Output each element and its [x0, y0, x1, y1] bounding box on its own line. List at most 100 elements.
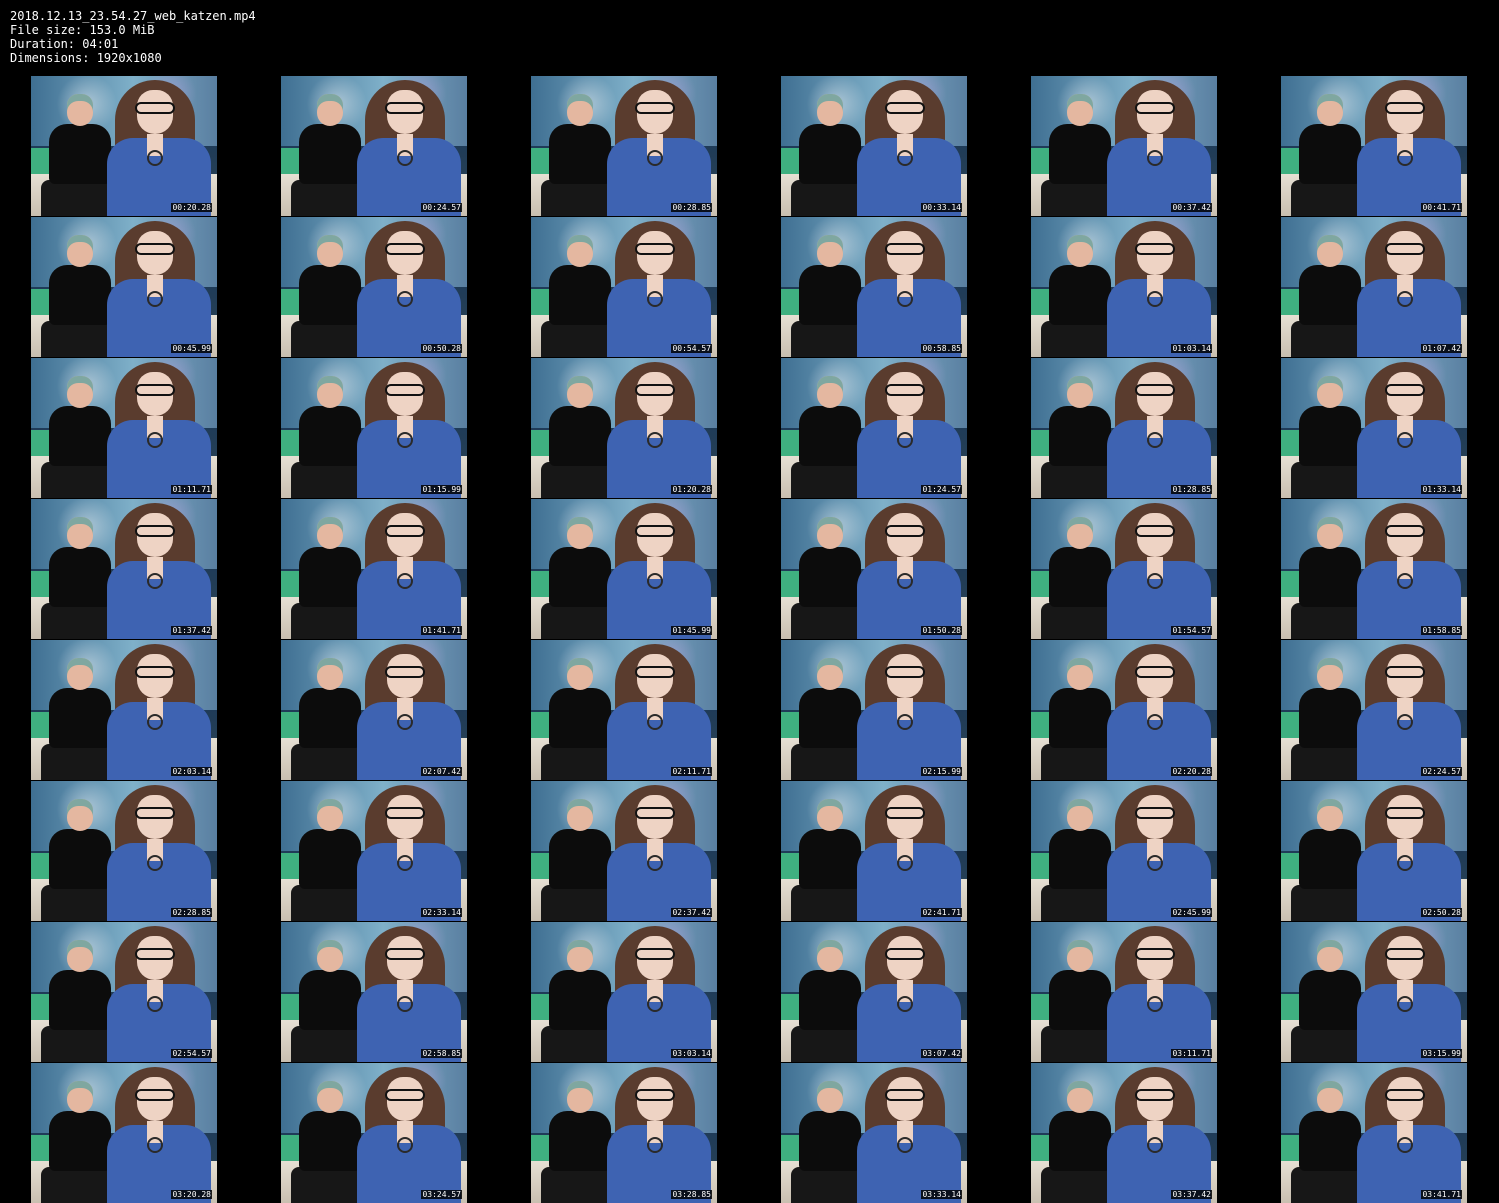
- thumbnail-person-left-head: [817, 799, 843, 831]
- video-thumbnail: 02:50.28: [1281, 781, 1467, 921]
- thumbnail-person-left-body: [1299, 829, 1361, 889]
- pendant-icon: [397, 714, 413, 730]
- thumbnail-timestamp: 01:03.14: [1171, 344, 1212, 353]
- pendant-icon: [147, 432, 163, 448]
- pendant-icon: [1147, 714, 1163, 730]
- pendant-icon: [1147, 432, 1163, 448]
- thumbnail-person-left-legs: [291, 603, 361, 639]
- thumbnail-person-left-body: [1299, 406, 1361, 466]
- glasses-icon: [635, 243, 675, 255]
- glasses-icon: [135, 807, 175, 819]
- thumbnail-person-left-legs: [791, 180, 861, 216]
- thumbnail-person-left-legs: [291, 1167, 361, 1203]
- glasses-icon: [385, 948, 425, 960]
- thumbnail-timestamp: 02:58.85: [421, 1049, 462, 1058]
- video-thumbnail: 00:24.57: [281, 76, 467, 216]
- pendant-icon: [147, 714, 163, 730]
- thumbnail-timestamp: 02:33.14: [421, 908, 462, 917]
- thumbnail-person-left-body: [1049, 265, 1111, 325]
- video-thumbnail: 02:33.14: [281, 781, 467, 921]
- thumbnail-timestamp: 02:24.57: [1421, 767, 1462, 776]
- thumbnail-person-left-legs: [541, 462, 611, 498]
- thumbnail-timestamp: 02:20.28: [1171, 767, 1212, 776]
- thumbnail-person-left-legs: [541, 1167, 611, 1203]
- video-thumbnail: 02:41.71: [781, 781, 967, 921]
- thumbnail-person-left-body: [49, 829, 111, 889]
- pendant-icon: [1397, 996, 1413, 1012]
- thumbnail-person-left-head: [317, 658, 343, 690]
- pendant-icon: [397, 291, 413, 307]
- thumbnail-person-left-legs: [1041, 885, 1111, 921]
- video-thumbnail: 02:54.57: [31, 922, 217, 1062]
- video-thumbnail: 02:58.85: [281, 922, 467, 1062]
- thumbnail-timestamp: 02:07.42: [421, 767, 462, 776]
- pendant-icon: [397, 1137, 413, 1153]
- video-thumbnail: 02:20.28: [1031, 640, 1217, 780]
- thumbnail-person-left-legs: [1291, 321, 1361, 357]
- thumbnail-person-left-body: [549, 124, 611, 184]
- glasses-icon: [1135, 1089, 1175, 1101]
- thumbnail-person-left-legs: [541, 603, 611, 639]
- video-thumbnail: 01:11.71: [31, 358, 217, 498]
- glasses-icon: [885, 243, 925, 255]
- thumbnail-person-left-legs: [291, 1026, 361, 1062]
- glasses-icon: [885, 666, 925, 678]
- file-name: 2018.12.13_23.54.27_web_katzen.mp4: [10, 9, 256, 23]
- video-thumbnail: 03:24.57: [281, 1063, 467, 1203]
- thumbnail-person-left-legs: [791, 603, 861, 639]
- thumbnail-person-left-body: [49, 688, 111, 748]
- video-thumbnail: 00:58.85: [781, 217, 967, 357]
- duration: Duration: 04:01: [10, 37, 119, 51]
- glasses-icon: [135, 243, 175, 255]
- glasses-icon: [135, 102, 175, 114]
- pendant-icon: [897, 573, 913, 589]
- thumbnail-timestamp: 01:58.85: [1421, 626, 1462, 635]
- pendant-icon: [1397, 291, 1413, 307]
- thumbnail-person-left-legs: [541, 885, 611, 921]
- pendant-icon: [1397, 432, 1413, 448]
- thumbnail-person-left-head: [567, 94, 593, 126]
- thumbnail-timestamp: 03:33.14: [921, 1190, 962, 1199]
- thumbnail-timestamp: 01:07.42: [1421, 344, 1462, 353]
- thumbnail-timestamp: 03:03.14: [671, 1049, 712, 1058]
- pendant-icon: [1147, 1137, 1163, 1153]
- pendant-icon: [647, 432, 663, 448]
- video-thumbnail: 00:33.14: [781, 76, 967, 216]
- thumbnail-person-left-legs: [41, 1026, 111, 1062]
- video-thumbnail: 00:45.99: [31, 217, 217, 357]
- pendant-icon: [897, 291, 913, 307]
- thumbnail-person-left-legs: [1291, 1167, 1361, 1203]
- thumbnail-person-left-body: [549, 1111, 611, 1171]
- glasses-icon: [385, 525, 425, 537]
- thumbnail-person-left-head: [1317, 658, 1343, 690]
- thumbnail-person-left-legs: [541, 1026, 611, 1062]
- thumbnail-timestamp: 00:28.85: [671, 203, 712, 212]
- pendant-icon: [1147, 996, 1163, 1012]
- thumbnail-person-left-head: [317, 940, 343, 972]
- thumbnail-person-left-head: [1317, 376, 1343, 408]
- glasses-icon: [1135, 666, 1175, 678]
- video-thumbnail: 03:20.28: [31, 1063, 217, 1203]
- thumbnail-person-left-legs: [791, 1167, 861, 1203]
- pendant-icon: [897, 432, 913, 448]
- pendant-icon: [397, 855, 413, 871]
- thumbnail-person-left-body: [1049, 547, 1111, 607]
- glasses-icon: [385, 807, 425, 819]
- thumbnail-person-left-legs: [791, 885, 861, 921]
- thumbnail-person-left-legs: [1041, 1167, 1111, 1203]
- pendant-icon: [1147, 291, 1163, 307]
- thumbnail-person-left-body: [49, 1111, 111, 1171]
- thumbnail-timestamp: 03:37.42: [1171, 1190, 1212, 1199]
- thumbnail-timestamp: 03:15.99: [1421, 1049, 1462, 1058]
- thumbnail-person-left-head: [1067, 235, 1093, 267]
- thumbnail-timestamp: 02:45.99: [1171, 908, 1212, 917]
- video-thumbnail: 02:37.42: [531, 781, 717, 921]
- glasses-icon: [385, 666, 425, 678]
- thumbnail-person-left-head: [1317, 940, 1343, 972]
- thumbnail-timestamp: 02:11.71: [671, 767, 712, 776]
- thumbnail-person-left-legs: [1291, 603, 1361, 639]
- thumbnail-person-left-head: [1067, 1081, 1093, 1113]
- thumbnail-person-left-head: [1067, 94, 1093, 126]
- glasses-icon: [635, 102, 675, 114]
- glasses-icon: [135, 948, 175, 960]
